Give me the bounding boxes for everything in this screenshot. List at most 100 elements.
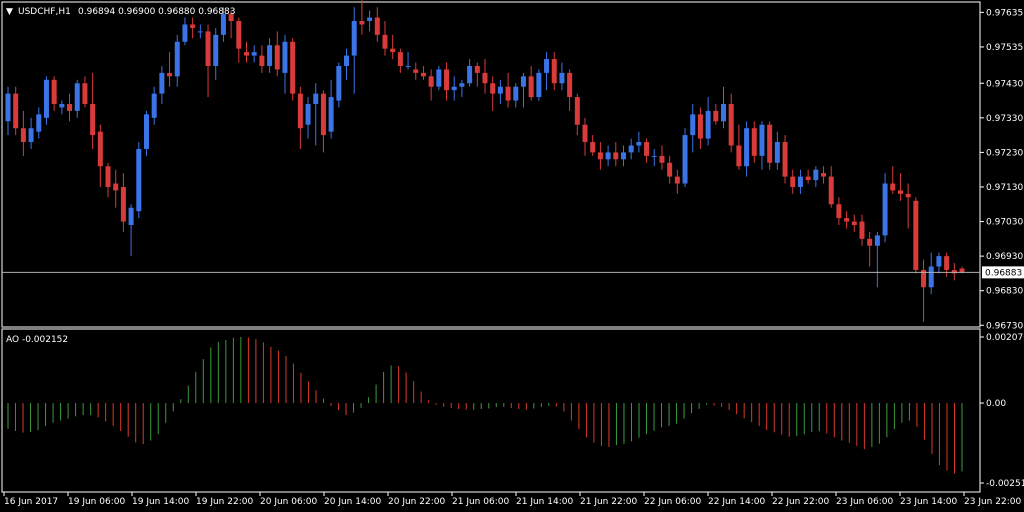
chart-canvas: 0.97635 0.97535 0.97430 0.97330 0.97230 0.971… — [0, 0, 1024, 512]
candle-body — [320, 93, 326, 136]
price-tick-label: 0.97535 — [986, 43, 1023, 53]
candle-body — [328, 97, 334, 132]
candle-body — [836, 204, 842, 219]
candle-body — [736, 145, 742, 167]
candle-body — [751, 128, 757, 156]
candle-body — [374, 17, 380, 35]
candle-body — [467, 65, 473, 84]
candle-body — [728, 103, 734, 146]
candle-body — [428, 76, 434, 87]
candle-body — [236, 21, 242, 49]
candle-body — [644, 142, 650, 156]
candle-body — [436, 69, 442, 87]
candle-body — [413, 69, 419, 73]
time-tick-label: 16 Jun 2017 — [4, 497, 58, 507]
price-tick-label: 0.97430 — [986, 79, 1023, 89]
candle-body — [805, 176, 811, 181]
candle-body — [721, 103, 726, 122]
candle-body — [13, 93, 19, 129]
time-tick-label: 21 Jun 14:00 — [516, 497, 573, 507]
candle-body — [797, 176, 803, 187]
candle-body — [351, 21, 357, 56]
time-tick-label: 20 Jun 06:00 — [260, 497, 317, 507]
header-arrow-icon[interactable]: ▼ — [6, 7, 13, 17]
candle-body — [897, 190, 903, 194]
candle-body — [913, 200, 919, 270]
candle-body — [697, 114, 703, 139]
candle-body — [959, 268, 965, 273]
candle-body — [628, 145, 634, 153]
candle-body — [744, 128, 750, 167]
candle-body — [305, 103, 311, 125]
candle-body — [890, 183, 896, 191]
candle-body — [682, 135, 688, 184]
candle-body — [290, 41, 296, 94]
candle-body — [636, 142, 642, 146]
candle-body — [267, 45, 273, 66]
time-tick-label: 20 Jun 22:00 — [388, 497, 445, 507]
candle-body — [490, 83, 496, 94]
time-tick-label: 20 Jun 14:00 — [324, 497, 381, 507]
candle-body — [128, 207, 134, 226]
candle-body — [874, 235, 880, 246]
candle-body — [344, 55, 350, 66]
header-symbol: USDCHF,H1 — [18, 7, 71, 17]
candle-body — [551, 59, 557, 84]
price-tick-label: 0.97130 — [986, 183, 1023, 193]
candle-body — [82, 83, 88, 104]
candle-body — [451, 86, 457, 91]
candle-body — [359, 21, 365, 25]
price-tick-label: 0.96830 — [986, 287, 1023, 297]
candle-body — [605, 152, 611, 160]
candle-body — [190, 24, 196, 28]
candle-body — [520, 76, 526, 87]
time-tick-label: 21 Jun 06:00 — [452, 497, 509, 507]
candle-body — [459, 83, 465, 87]
candle-body — [244, 52, 249, 56]
candle-body — [528, 76, 534, 98]
time-tick-label: 19 Jun 06:00 — [68, 497, 125, 507]
candle-body — [667, 162, 673, 177]
time-tick-label: 19 Jun 14:00 — [132, 497, 189, 507]
candle-body — [928, 266, 934, 288]
candle-body — [474, 65, 480, 73]
candle-body — [497, 86, 503, 94]
candle-body — [51, 79, 57, 104]
candle-body — [97, 131, 103, 167]
candle-body — [690, 114, 696, 136]
price-tick-label: 0.97330 — [986, 114, 1023, 124]
candle-body — [67, 103, 73, 111]
candle-body — [444, 69, 450, 91]
price-tick-label: 0.97635 — [986, 8, 1023, 18]
ao-label: AO -0.002152 — [6, 335, 68, 345]
candle-body — [944, 256, 950, 270]
candle-body — [759, 124, 765, 156]
candle-body — [705, 110, 711, 139]
candle-body — [790, 176, 796, 187]
candle-body — [105, 166, 111, 187]
price-tick-label: 0.97030 — [986, 218, 1023, 228]
candle-body — [951, 269, 957, 274]
candle-body — [882, 183, 888, 236]
candle-body — [774, 142, 780, 163]
candle-body — [574, 97, 580, 125]
current-price-label: 0.96883 — [985, 268, 1022, 278]
ao-tick-label: -0.002514 — [986, 479, 1024, 489]
candle-body — [590, 142, 596, 153]
candle-body — [220, 14, 226, 35]
time-tick-label: 22 Jun 22:00 — [772, 497, 829, 507]
candle-body — [813, 169, 819, 181]
time-tick-label: 22 Jun 06:00 — [644, 497, 701, 507]
ao-tick-label: 0.002076 — [986, 333, 1024, 343]
candle-body — [828, 176, 834, 205]
candle-body — [559, 72, 565, 84]
candle-body — [113, 183, 119, 191]
candle-body — [613, 152, 619, 160]
candle-body — [782, 142, 788, 177]
candle-body — [197, 31, 203, 33]
price-tick-label: 0.96730 — [986, 321, 1023, 331]
time-tick-label: 22 Jun 14:00 — [708, 497, 765, 507]
candle-body — [74, 83, 80, 111]
candle-body — [713, 110, 719, 122]
candle-body — [651, 155, 657, 157]
